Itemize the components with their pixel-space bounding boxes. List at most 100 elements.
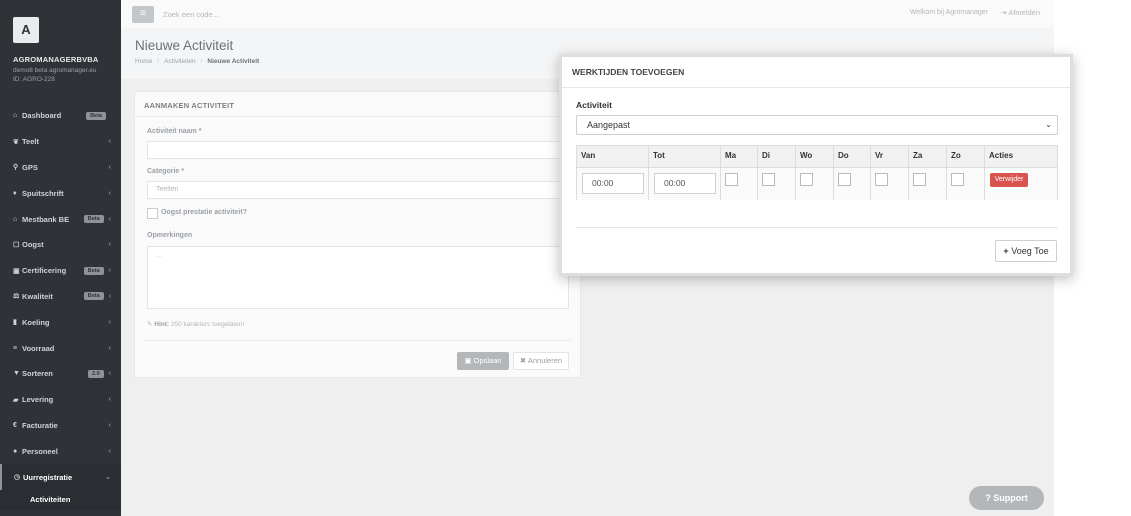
end-time-input[interactable]: 00:00 [654, 173, 716, 194]
sidebar-item-levering[interactable]: ▰ Levering ‹ [0, 387, 121, 413]
divider [135, 116, 580, 117]
activity-select[interactable]: Aangepast ⌄ [576, 115, 1058, 135]
remarks-label: Opmerkingen [147, 232, 193, 239]
save-label: Opslaan [473, 356, 502, 365]
chevron-down-icon: ⌄ [105, 474, 111, 482]
chevron-left-icon: ‹ [108, 292, 111, 300]
create-activity-panel: AANMAKEN ACTIVITEIT Activiteit naam * Ca… [134, 91, 581, 378]
bank-icon: ⌂ [13, 215, 18, 223]
cell-tot: 00:00 [649, 168, 721, 200]
table-header: Van Tot Ma Di Wo Do Vr Za Zo Acties [577, 146, 1057, 168]
truck-icon: ▰ [13, 396, 19, 404]
support-button[interactable]: ? Support [969, 486, 1044, 510]
activity-name-label: Activiteit naam * [147, 128, 202, 135]
activity-label: Activiteit [576, 100, 612, 110]
thursday-checkbox[interactable] [838, 173, 851, 186]
comment-icon: ✎ [147, 321, 153, 328]
menu-toggle-button[interactable]: ≡ [132, 6, 154, 23]
sidebar-item-gps[interactable]: ⚲ GPS ‹ [0, 155, 121, 181]
sidebar-item-koeling[interactable]: ▮ Koeling ‹ [0, 309, 121, 335]
logout-link[interactable]: ⇥ Afmelden [1000, 8, 1040, 17]
category-select[interactable]: Teelten [147, 181, 569, 199]
sidebar-item-certificering[interactable]: ▣ Certificering Beta ‹ [0, 258, 121, 284]
add-label: Voeg Toe [1011, 246, 1049, 256]
sidebar-item-label: Voorraad [22, 343, 55, 353]
sidebar-item-voorraad[interactable]: ≡ Voorraad ‹ [0, 335, 121, 361]
chevron-left-icon: ‹ [108, 215, 111, 223]
breadcrumb: Home / Activiteiten / Nieuwe Activiteit [135, 58, 260, 65]
sidebar-item-uurregistratie[interactable]: ◷ Uurregistratie ⌄ [0, 464, 121, 490]
activity-select-value: Aangepast [587, 120, 631, 130]
cancel-button[interactable]: ✖ Annuleren [513, 352, 569, 370]
activity-name-input[interactable] [147, 141, 569, 159]
tuesday-checkbox[interactable] [762, 173, 775, 186]
close-icon: ✖ [519, 356, 527, 365]
col-header-wo: Wo [796, 146, 834, 168]
monday-checkbox[interactable] [725, 173, 738, 186]
chevron-left-icon: ‹ [108, 344, 111, 352]
sidebar-item-label: Dashboard [22, 111, 62, 121]
delete-row-button[interactable]: Verwijder [990, 173, 1028, 187]
sidebar-item-kwaliteit[interactable]: ⚖ Kwaliteit Beta ‹ [0, 284, 121, 310]
sidebar-item-mestbank-be[interactable]: ⌂ Mestbank BE Beta ‹ [0, 206, 121, 232]
col-header-zo: Zo [947, 146, 985, 168]
sidebar-item-personeel[interactable]: ● Personeel ‹ [0, 438, 121, 464]
chevron-left-icon: ‹ [108, 447, 111, 455]
divider [562, 87, 1070, 88]
sidebar-item-label: Kwaliteit [22, 291, 53, 301]
flask-icon: ♦ [13, 189, 17, 197]
cell-ma [721, 168, 758, 200]
add-row-button[interactable]: + Voeg Toe [995, 240, 1057, 262]
chevron-left-icon: ‹ [108, 421, 111, 429]
sunday-checkbox[interactable] [951, 173, 964, 186]
remarks-textarea[interactable]: ... [147, 246, 569, 309]
cell-di [758, 168, 796, 200]
euro-icon: € [13, 421, 17, 429]
code-search-input[interactable]: Zoek een code... [163, 10, 219, 19]
wednesday-checkbox[interactable] [800, 173, 813, 186]
sidebar-item-teelt[interactable]: ❦ Teelt ‹ [0, 129, 121, 155]
support-label: Support [993, 493, 1028, 503]
sidebar-item-oogst[interactable]: ☐ Oogst ‹ [0, 232, 121, 258]
chevron-left-icon: ‹ [108, 241, 111, 249]
breadcrumb-home[interactable]: Home [135, 58, 152, 65]
breadcrumb-activities[interactable]: Activiteiten [164, 58, 195, 65]
thermometer-icon: ▮ [13, 319, 17, 327]
harvest-checkbox-label: Oogst prestatie activiteit? [161, 209, 247, 216]
sidebar-item-label: Personeel [22, 446, 58, 456]
sidebar-item-facturatie[interactable]: € Facturatie ‹ [0, 413, 121, 439]
friday-checkbox[interactable] [875, 173, 888, 186]
sidebar-item-dashboard[interactable]: ⌂ Dashboard Beta [0, 103, 121, 129]
company-name: AGROMANAGERBVBA [13, 55, 99, 64]
save-button[interactable]: ▣ Opslaan [457, 352, 509, 370]
chevron-left-icon: ‹ [108, 396, 111, 404]
company-details: demo8 beta agromanager.eu ID: AGRO-228 [13, 66, 96, 84]
welcome-text: Welkom bij Agromanager [909, 9, 988, 16]
certificate-icon: ▣ [13, 267, 20, 275]
chevron-left-icon: ‹ [108, 138, 111, 146]
start-time-input[interactable]: 00:00 [582, 173, 644, 194]
chevron-left-icon: ‹ [108, 189, 111, 197]
sidebar-subitem-activiteiten[interactable]: Activiteiten [0, 489, 121, 510]
saturday-checkbox[interactable] [913, 173, 926, 186]
cell-acties: Verwijder [985, 168, 1057, 200]
avatar[interactable]: A [13, 17, 39, 43]
sidebar: A AGROMANAGERBVBA demo8 beta agromanager… [0, 0, 121, 516]
cell-do [834, 168, 871, 200]
sidebar-item-spuitschrift[interactable]: ♦ Spuitschrift ‹ [0, 180, 121, 206]
cell-wo [796, 168, 834, 200]
sidebar-item-label: Levering [22, 395, 54, 405]
harvest-checkbox[interactable] [147, 208, 158, 219]
hint-message: 250 karakters toegelaten! [170, 321, 245, 328]
filter-icon: ▼ [13, 370, 20, 378]
sidebar-item-sorteren[interactable]: ▼ Sorteren 2.0 ‹ [0, 361, 121, 387]
cell-vr [871, 168, 909, 200]
basket-icon: ☐ [13, 241, 20, 249]
chevron-down-icon: ⌄ [1045, 120, 1052, 129]
page-title: Nieuwe Activiteit [135, 38, 234, 53]
save-icon: ▣ [464, 356, 472, 365]
col-header-tot: Tot [649, 146, 721, 168]
clock-icon: ◷ [14, 474, 21, 482]
user-icon: ● [13, 447, 18, 455]
col-header-acties: Acties [989, 151, 1014, 160]
